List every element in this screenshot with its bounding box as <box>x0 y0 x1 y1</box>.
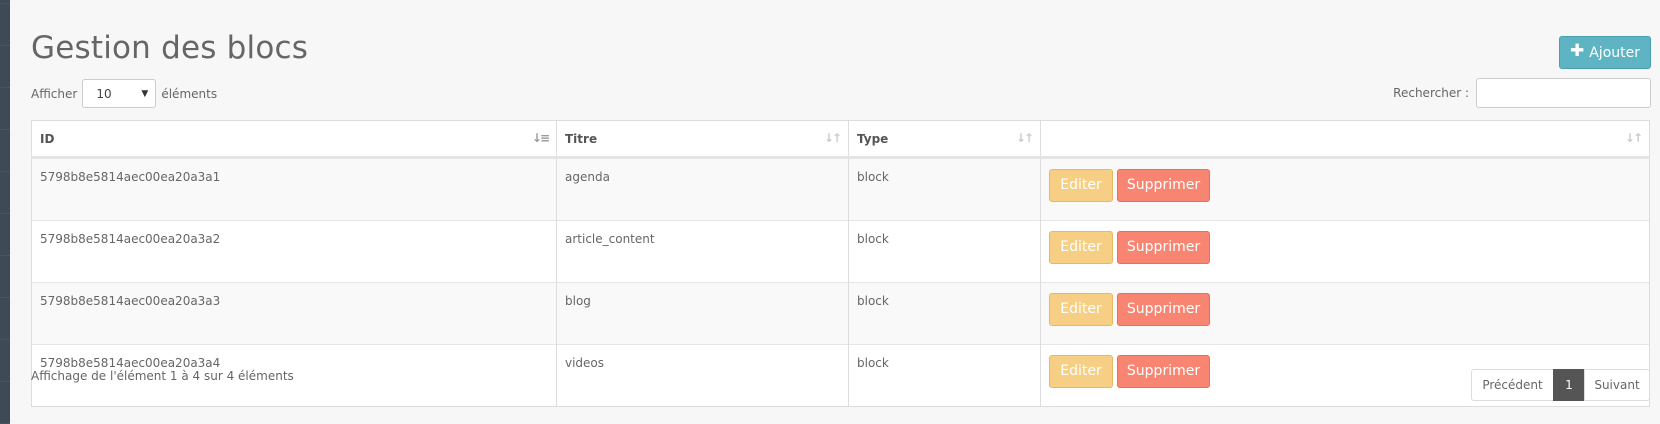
column-header-id[interactable]: ID ↓≡ <box>31 120 557 159</box>
previous-page-button[interactable]: Précédent <box>1471 369 1554 401</box>
blocks-table: ID ↓≡ Titre ↓↑ Type ↓↑ ↓↑ 5798b8e5814aec… <box>31 120 1650 407</box>
add-button[interactable]: ✚ Ajouter <box>1559 36 1651 69</box>
edit-button[interactable]: Editer <box>1049 169 1113 202</box>
sort-icon: ↓↑ <box>1015 131 1034 145</box>
sort-ascending-icon: ↓≡ <box>531 131 550 145</box>
delete-button[interactable]: Supprimer <box>1117 169 1210 202</box>
length-prefix-label: Afficher <box>31 86 78 101</box>
table-header-row: ID ↓≡ Titre ↓↑ Type ↓↑ ↓↑ <box>31 120 1650 159</box>
cell-type: block <box>848 220 1041 283</box>
sort-icon: ↓↑ <box>823 131 842 145</box>
next-page-button[interactable]: Suivant <box>1584 369 1650 401</box>
sort-icon: ↓↑ <box>1624 131 1643 145</box>
add-button-label: Ajouter <box>1589 44 1640 61</box>
table-row: 5798b8e5814aec00ea20a3a2 article_content… <box>31 220 1650 283</box>
delete-button[interactable]: Supprimer <box>1117 293 1210 326</box>
plus-icon: ✚ <box>1569 41 1585 61</box>
search-input[interactable] <box>1476 78 1651 108</box>
delete-button[interactable]: Supprimer <box>1117 355 1210 388</box>
column-header-actions[interactable]: ↓↑ <box>1040 120 1650 159</box>
page-length-value: 10 <box>96 86 112 101</box>
pagination: Précédent 1 Suivant <box>1471 369 1650 401</box>
cell-title: blog <box>556 282 849 345</box>
column-header-title[interactable]: Titre ↓↑ <box>556 120 849 159</box>
delete-button[interactable]: Supprimer <box>1117 231 1210 264</box>
page-title: Gestion des blocs <box>31 30 309 66</box>
table-row: 5798b8e5814aec00ea20a3a3 blog block Edit… <box>31 282 1650 345</box>
cell-title: article_content <box>556 220 849 283</box>
edit-button[interactable]: Editer <box>1049 293 1113 326</box>
cell-id: 5798b8e5814aec00ea20a3a2 <box>31 220 557 283</box>
cell-actions: Editer Supprimer <box>1040 220 1650 283</box>
table-info: Affichage de l'élément 1 à 4 sur 4 éléme… <box>31 369 294 383</box>
table-row: 5798b8e5814aec00ea20a3a1 agenda block Ed… <box>31 157 1650 221</box>
cell-id: 5798b8e5814aec00ea20a3a1 <box>31 157 557 221</box>
edit-button[interactable]: Editer <box>1049 355 1113 388</box>
column-header-type[interactable]: Type ↓↑ <box>848 120 1041 159</box>
caret-down-icon: ▼ <box>141 88 149 99</box>
length-suffix-label: éléments <box>161 86 218 101</box>
search-label: Rechercher : <box>1393 86 1469 100</box>
cell-title: agenda <box>556 157 849 221</box>
page-length-select[interactable]: 10 ▼ <box>82 79 157 108</box>
cell-type: block <box>848 282 1041 345</box>
edit-button[interactable]: Editer <box>1049 231 1113 264</box>
search-control: Rechercher : <box>1393 78 1651 108</box>
cell-type: block <box>848 157 1041 221</box>
cell-title: videos <box>556 344 849 407</box>
cell-actions: Editer Supprimer <box>1040 282 1650 345</box>
cell-type: block <box>848 344 1041 407</box>
sidebar-edge <box>0 0 10 424</box>
page-length-control: Afficher 10 ▼ éléments <box>31 79 217 108</box>
page-button-current[interactable]: 1 <box>1553 369 1585 401</box>
cell-id: 5798b8e5814aec00ea20a3a3 <box>31 282 557 345</box>
cell-actions: Editer Supprimer <box>1040 157 1650 221</box>
